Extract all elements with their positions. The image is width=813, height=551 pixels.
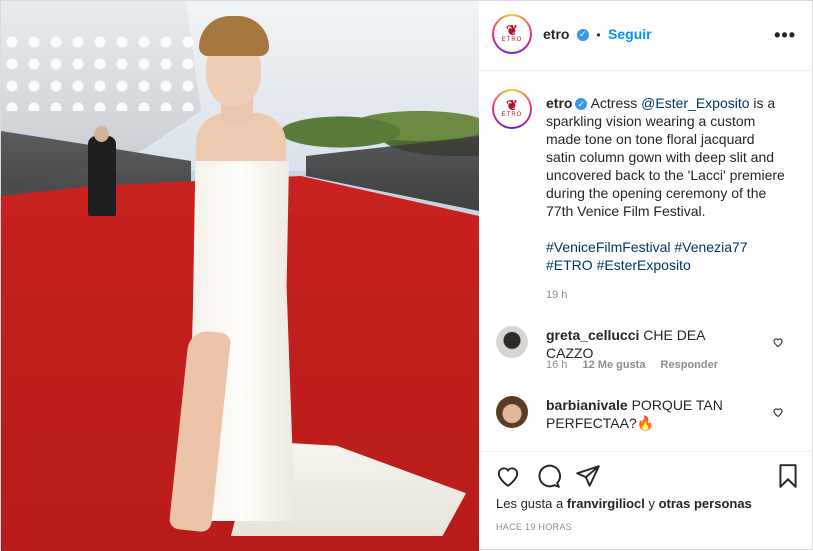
caption-mention[interactable]: @Ester_Exposito: [641, 95, 749, 111]
fire-emoji: 🔥: [636, 415, 655, 431]
header-separator: •: [596, 28, 601, 42]
comment-item: greta_cellucci CHE DEA CAZZO 16 h 12 Me …: [496, 326, 796, 376]
avatar-inner: ❦ ETRO: [494, 16, 530, 52]
caption-hashtags[interactable]: #VeniceFilmFestival #Venezia77 #ETRO #Es…: [546, 238, 786, 274]
author-avatar[interactable]: ❦ ETRO: [492, 14, 532, 54]
photo-man: [88, 136, 116, 216]
reply-button[interactable]: Responder: [661, 359, 718, 371]
save-bookmark-icon[interactable]: [775, 463, 801, 489]
like-heart-icon[interactable]: [495, 463, 521, 489]
commenter-avatar[interactable]: [496, 396, 528, 428]
instagram-post: ❦ ETRO etro ✓ • Seguir ••• ❦ ETRO etro ✓ …: [0, 0, 813, 551]
comment-like-heart-icon[interactable]: [772, 336, 784, 348]
header-user-line: etro ✓ • Seguir: [543, 26, 652, 44]
comment-like-heart-icon[interactable]: [772, 406, 784, 418]
caption-prefix: Actress: [590, 95, 642, 111]
comment-body: barbianivale PORQUE TAN PERFECTAA?🔥: [546, 396, 756, 432]
comment-time[interactable]: 16 h: [546, 359, 567, 371]
caption-timestamp[interactable]: 19 h: [546, 289, 567, 301]
etro-logo-icon: ❦: [506, 22, 518, 38]
likes-prefix: Les gusta a: [496, 496, 567, 511]
comment-bubble-icon[interactable]: [535, 463, 561, 489]
verified-badge-icon: ✓: [576, 28, 589, 41]
etro-logo-icon: ❦: [506, 97, 518, 113]
header-username[interactable]: etro: [543, 26, 569, 42]
caption-username[interactable]: etro: [546, 95, 572, 111]
caption-body: is a sparkling vision wearing a custom m…: [546, 95, 785, 219]
likes-suffix: y: [644, 496, 659, 511]
comment-body: greta_cellucci CHE DEA CAZZO: [546, 326, 756, 362]
etro-logo-text: ETRO: [501, 37, 523, 43]
post-header: ❦ ETRO etro ✓ • Seguir •••: [479, 1, 813, 71]
likes-summary: Les gusta a franvirgiliocl y otras perso…: [496, 496, 752, 511]
etro-logo-text: ETRO: [501, 112, 523, 118]
more-options-icon[interactable]: •••: [774, 25, 796, 46]
share-send-icon[interactable]: [575, 463, 601, 489]
comment-item: barbianivale PORQUE TAN PERFECTAA?🔥: [496, 396, 796, 441]
comment-username[interactable]: barbianivale: [546, 397, 628, 413]
follow-button[interactable]: Seguir: [608, 26, 652, 42]
photo-man-head: [94, 126, 109, 142]
verified-badge-icon: ✓: [575, 98, 588, 111]
likes-user[interactable]: franvirgiliocl: [567, 496, 645, 511]
likes-others[interactable]: otras personas: [659, 496, 752, 511]
comment-username[interactable]: greta_cellucci: [546, 327, 639, 343]
caption-avatar-inner: ❦ ETRO: [494, 91, 530, 127]
photo-tent-lights: [1, 31, 201, 111]
post-photo[interactable]: [1, 1, 479, 551]
comment-likes[interactable]: 12 Me gusta: [582, 359, 645, 371]
commenter-avatar[interactable]: [496, 326, 528, 358]
post-caption: etro ✓ Actress @Ester_Exposito is a spark…: [546, 94, 786, 274]
comment-meta: 16 h 12 Me gusta Responder: [546, 359, 730, 371]
post-date[interactable]: HACE 19 HORAS: [496, 522, 572, 532]
post-actions: Les gusta a franvirgiliocl y otras perso…: [479, 451, 813, 551]
caption-avatar[interactable]: ❦ ETRO: [492, 89, 532, 129]
